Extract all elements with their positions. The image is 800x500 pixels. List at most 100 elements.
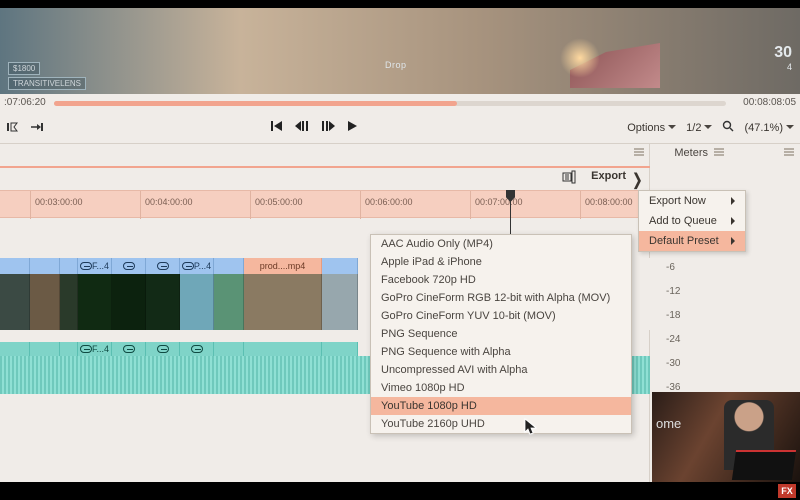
timeline-ruler[interactable]: 00:03:00:0000:04:00:0000:05:00:0000:06:0… [0, 190, 650, 218]
preset-menu-item[interactable]: Vimeo 1080p HD [371, 379, 631, 397]
preset-menu-item[interactable]: Facebook 720p HD [371, 271, 631, 289]
video-clip-header[interactable] [146, 258, 180, 274]
ruler-tick: 00:04:00:00 [140, 191, 141, 219]
link-icon [80, 262, 92, 270]
link-icon [123, 262, 135, 270]
video-clip-thumb[interactable] [78, 274, 112, 330]
timecode-total: 00:08:08:05 [743, 97, 796, 108]
hud-ammo-sub: 4 [774, 62, 792, 72]
hud-ammo: 30 [774, 44, 792, 62]
link-icon [123, 345, 135, 353]
video-clip-header[interactable] [112, 258, 146, 274]
timecode-current: :07:06:20 [4, 97, 46, 108]
prev-frame-button[interactable] [270, 119, 284, 138]
panel-menu-icon[interactable] [634, 147, 644, 157]
scrub-track[interactable] [54, 101, 726, 106]
preset-menu-item[interactable]: PNG Sequence with Alpha [371, 343, 631, 361]
clip-label: F...4 [92, 261, 109, 271]
link-icon [182, 262, 194, 270]
loop-out-icon[interactable] [30, 120, 44, 139]
preset-menu-item[interactable]: Apple iPad & iPhone [371, 253, 631, 271]
audio-clip-header[interactable] [30, 342, 60, 356]
preset-menu-item[interactable]: GoPro CineForm RGB 12-bit with Alpha (MO… [371, 289, 631, 307]
video-clip-thumb[interactable] [244, 274, 322, 330]
link-icon [157, 345, 169, 353]
meter-tick: -30 [666, 352, 680, 376]
link-icon [80, 345, 92, 353]
video-clip-header[interactable] [0, 258, 30, 274]
export-queue-icon[interactable] [562, 170, 576, 189]
ruler-tick: 00:07:00:00 [470, 191, 471, 219]
video-clip-thumb[interactable] [214, 274, 244, 330]
video-clip-header[interactable] [322, 258, 358, 274]
export-menu-item[interactable]: Default Preset [639, 231, 745, 251]
link-icon [157, 262, 169, 270]
preset-menu-item[interactable]: PNG Sequence [371, 325, 631, 343]
audio-clip-header[interactable] [0, 342, 30, 356]
hud-cash: $1800 [8, 62, 40, 75]
meters-drag-icon[interactable] [714, 147, 724, 157]
ruler-label: 00:08:00:00 [585, 197, 633, 207]
webcam-pip[interactable]: ome [652, 392, 800, 482]
loop-in-icon[interactable] [6, 120, 20, 139]
clip-label: F...4 [92, 344, 109, 354]
zoom-dropdown[interactable]: (47.1%) [744, 122, 794, 134]
preset-menu-item[interactable]: YouTube 2160p UHD [371, 415, 631, 433]
video-clip-thumb[interactable] [0, 274, 30, 330]
audio-clip-header[interactable] [180, 342, 214, 356]
play-button[interactable] [346, 119, 360, 138]
export-button[interactable]: Export [591, 170, 626, 182]
export-chevron-icon[interactable]: ❭ [631, 170, 644, 190]
video-clip-thumb[interactable] [322, 274, 358, 330]
audio-clip-header[interactable] [112, 342, 146, 356]
ruler-tick: 00:03:00:00 [30, 191, 31, 219]
video-clip-thumb[interactable] [180, 274, 214, 330]
fx-badge[interactable]: FX [778, 484, 796, 498]
pip-overlay-text: ome [656, 416, 681, 431]
preset-menu-item[interactable]: GoPro CineForm YUV 10-bit (MOV) [371, 307, 631, 325]
audio-clip-header[interactable] [322, 342, 358, 356]
video-clip-header[interactable] [214, 258, 244, 274]
audio-clip-header[interactable] [244, 342, 322, 356]
step-back-button[interactable] [294, 119, 310, 138]
step-fwd-button[interactable] [320, 119, 336, 138]
export-menu-item[interactable]: Add to Queue [639, 211, 745, 231]
panel-header-row: Meters [0, 144, 800, 166]
preset-menu-item[interactable]: Uncompressed AVI with Alpha [371, 361, 631, 379]
audio-clip-header[interactable]: F...4 [78, 342, 112, 356]
hud-left: $1800 TRANSITIVELENS [8, 60, 86, 90]
audio-clip-header[interactable] [60, 342, 78, 356]
video-clip-header[interactable]: prod....mp4 [244, 258, 322, 274]
meter-tick: -12 [666, 280, 680, 304]
preview-flare [560, 38, 600, 78]
ruler-label: 00:05:00:00 [255, 197, 303, 207]
resolution-dropdown[interactable]: 1/2 [686, 122, 712, 134]
options-dropdown[interactable]: Options [627, 122, 676, 134]
preset-menu-item[interactable]: YouTube 1080p HD [371, 397, 631, 415]
ruler-label: 00:07:00:00 [475, 197, 523, 207]
audio-clip-header[interactable] [214, 342, 244, 356]
transport-bar: Options 1/2 (47.1%) [0, 114, 800, 144]
video-clip-thumb[interactable] [30, 274, 60, 330]
ruler-label: 00:03:00:00 [35, 197, 83, 207]
meters-menu-icon[interactable] [784, 147, 794, 157]
video-clip-thumb[interactable] [60, 274, 78, 330]
video-clip-thumb[interactable] [146, 274, 180, 330]
ruler-label: 00:04:00:00 [145, 197, 193, 207]
letterbox-bottom [0, 482, 800, 500]
zoom-search-icon[interactable] [722, 120, 734, 135]
video-clip-thumb[interactable] [112, 274, 146, 330]
ruler-tick: 00:08:00:00 [580, 191, 581, 219]
preview-monitor[interactable]: $1800 TRANSITIVELENS Drop 30 4 [0, 8, 800, 94]
export-menu-item[interactable]: Export Now [639, 191, 745, 211]
video-clip-header[interactable] [60, 258, 78, 274]
scrub-bar[interactable]: :07:06:20 00:08:08:05 [0, 94, 800, 114]
video-clip-header[interactable] [30, 258, 60, 274]
video-clip-header[interactable]: P...4 [180, 258, 214, 274]
preset-menu-item[interactable]: AAC Audio Only (MP4) [371, 235, 631, 253]
hud-name: TRANSITIVELENS [8, 77, 86, 90]
ruler-tick: 00:05:00:00 [250, 191, 251, 219]
audio-clip-header[interactable] [146, 342, 180, 356]
export-bar: Export ❭ [0, 168, 650, 190]
video-clip-header[interactable]: F...4 [78, 258, 112, 274]
